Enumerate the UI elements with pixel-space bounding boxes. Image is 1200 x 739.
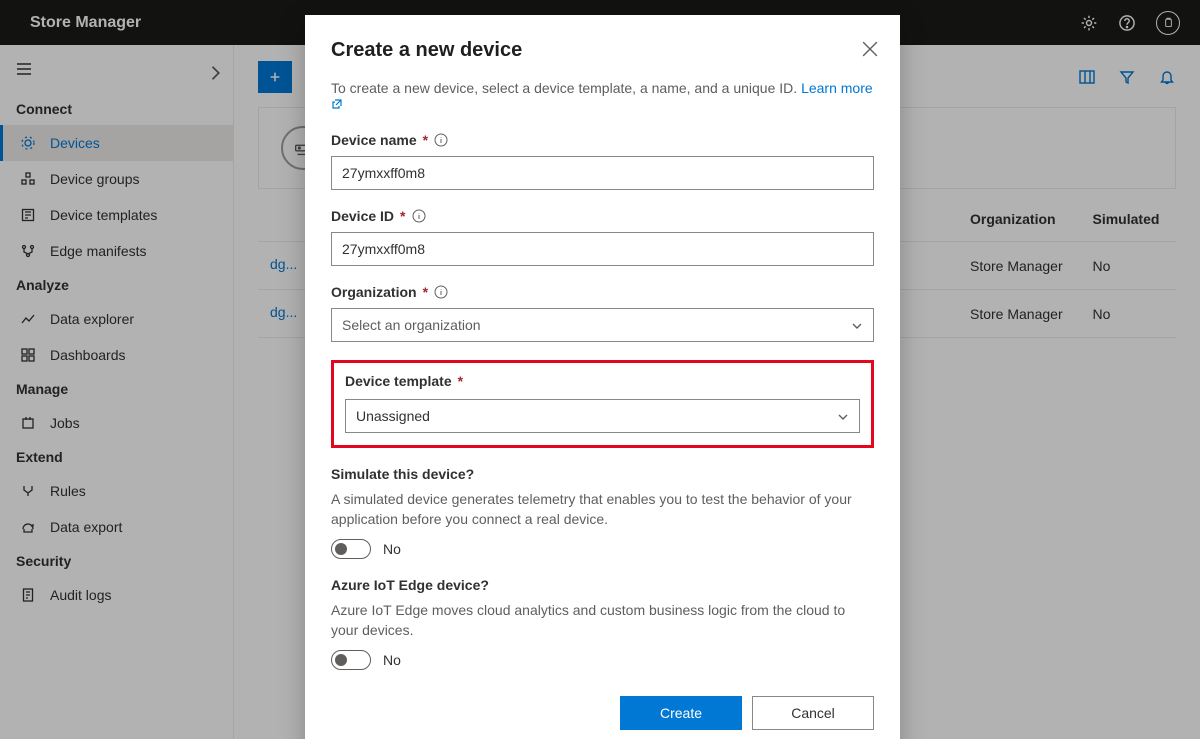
required-marker: *	[458, 373, 463, 389]
organization-select[interactable]: Select an organization	[331, 308, 874, 342]
simulate-toggle[interactable]	[331, 539, 371, 559]
info-icon[interactable]	[434, 285, 448, 299]
field-edge: Azure IoT Edge device? Azure IoT Edge mo…	[331, 577, 874, 670]
device-template-select[interactable]: Unassigned	[345, 399, 860, 433]
field-organization: Organization * Select an organization	[331, 284, 874, 342]
field-device-id: Device ID *	[331, 208, 874, 266]
app-root: Store Manager Connect	[0, 0, 1200, 739]
simulate-toggle-row: No	[331, 539, 874, 559]
edge-toggle-label: No	[383, 652, 401, 668]
modal-footer: Create Cancel	[331, 696, 874, 730]
edge-toggle[interactable]	[331, 650, 371, 670]
simulate-toggle-label: No	[383, 541, 401, 557]
create-button[interactable]: Create	[620, 696, 742, 730]
field-simulate: Simulate this device? A simulated device…	[331, 466, 874, 559]
device-template-highlight: Device template * Unassigned	[331, 360, 874, 448]
device-name-input[interactable]	[331, 156, 874, 190]
edge-help: Azure IoT Edge moves cloud analytics and…	[331, 601, 874, 640]
modal-intro: To create a new device, select a device …	[331, 80, 874, 112]
create-device-modal: Create a new device To create a new devi…	[305, 15, 900, 739]
required-marker: *	[423, 284, 428, 300]
field-device-name: Device name *	[331, 132, 874, 190]
close-icon[interactable]	[862, 41, 878, 57]
label-text: Organization	[331, 284, 417, 300]
edge-toggle-row: No	[331, 650, 874, 670]
simulate-help: A simulated device generates telemetry t…	[331, 490, 874, 529]
label-text: Simulate this device?	[331, 466, 474, 482]
label-text: Device name	[331, 132, 417, 148]
cancel-button[interactable]: Cancel	[752, 696, 874, 730]
chevron-down-icon	[851, 319, 863, 331]
chevron-down-icon	[837, 410, 849, 422]
info-icon[interactable]	[412, 209, 426, 223]
info-icon[interactable]	[434, 133, 448, 147]
label-text: Device template	[345, 373, 452, 389]
field-device-template: Device template * Unassigned	[345, 373, 860, 433]
required-marker: *	[423, 132, 428, 148]
label-text: Azure IoT Edge device?	[331, 577, 489, 593]
device-id-input[interactable]	[331, 232, 874, 266]
modal-title: Create a new device	[331, 39, 874, 62]
label-text: Device ID	[331, 208, 394, 224]
required-marker: *	[400, 208, 405, 224]
